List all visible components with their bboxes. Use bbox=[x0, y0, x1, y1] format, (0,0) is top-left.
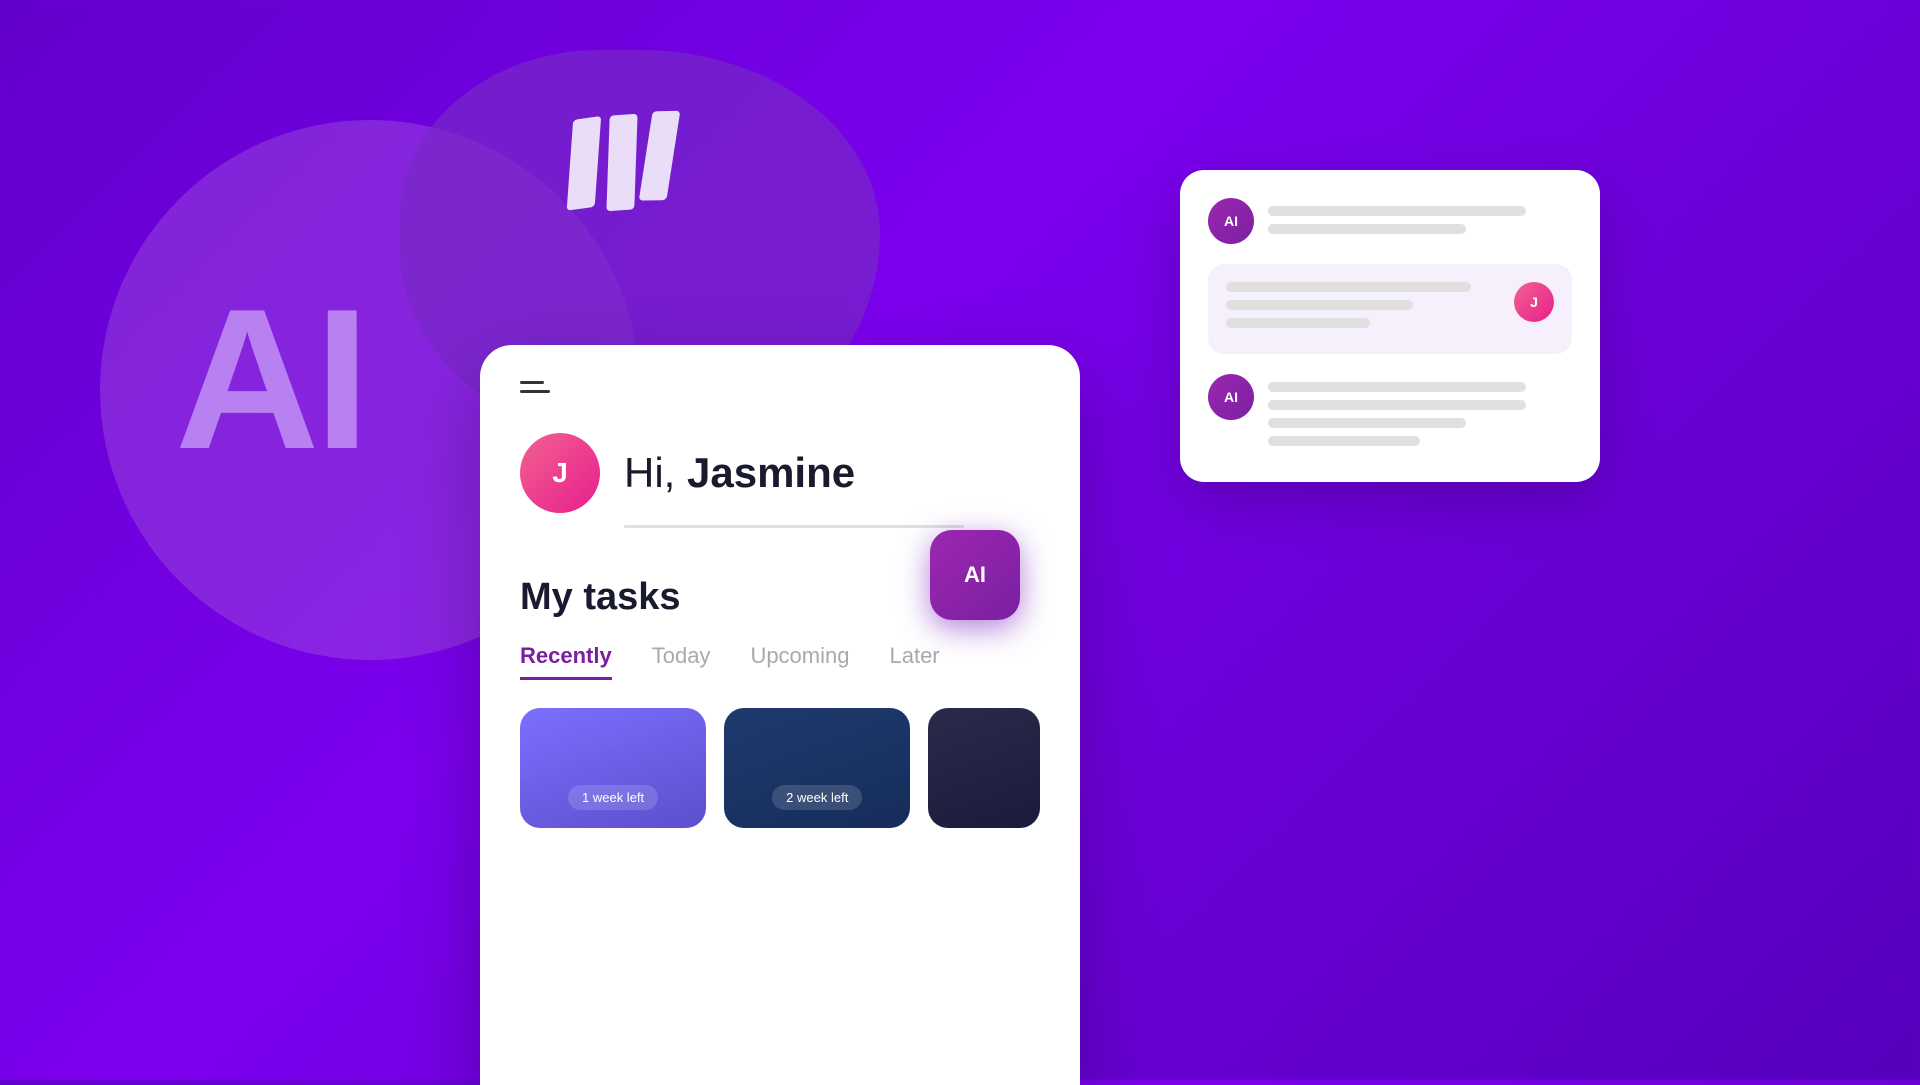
ai-float-button[interactable]: AI bbox=[930, 530, 1020, 620]
chat-ai-avatar-2: AI bbox=[1208, 374, 1254, 420]
task-badge-2: 2 week left bbox=[772, 785, 862, 810]
task-card-2[interactable]: 2 week left bbox=[724, 708, 910, 828]
chat-ai-avatar-1: AI bbox=[1208, 198, 1254, 244]
chat-row-ai-send: AI bbox=[1208, 198, 1572, 244]
book-page-2 bbox=[606, 114, 637, 212]
resp-line-2 bbox=[1226, 300, 1413, 310]
tab-upcoming[interactable]: Upcoming bbox=[750, 643, 849, 680]
chat-ai-second-lines bbox=[1268, 374, 1572, 454]
task-badge-1: 1 week left bbox=[568, 785, 658, 810]
hero-ai-text: AI bbox=[175, 280, 365, 480]
resp-line-3 bbox=[1226, 318, 1370, 328]
chat-line-2 bbox=[1268, 224, 1466, 234]
ai2-line-4 bbox=[1268, 436, 1420, 446]
resp-line-1 bbox=[1226, 282, 1471, 292]
greeting-underline bbox=[624, 525, 964, 528]
chat-card: AI J AI bbox=[1180, 170, 1600, 482]
tab-recently[interactable]: Recently bbox=[520, 643, 612, 680]
tab-today[interactable]: Today bbox=[652, 643, 711, 680]
book-stack-icon bbox=[566, 111, 678, 215]
chat-user-avatar: J bbox=[1514, 282, 1554, 322]
ai2-line-3 bbox=[1268, 418, 1466, 428]
tab-later[interactable]: Later bbox=[889, 643, 939, 680]
chat-line-1 bbox=[1268, 206, 1526, 216]
ai2-line-2 bbox=[1268, 400, 1526, 410]
task-card-1[interactable]: 1 week left bbox=[520, 708, 706, 828]
task-cards-row: 1 week left 2 week left bbox=[520, 708, 1040, 828]
user-avatar-large: J bbox=[520, 433, 600, 513]
app-card: J Hi, Jasmine My tasks Recently Today Up… bbox=[480, 345, 1080, 1085]
hamburger-line-1 bbox=[520, 381, 544, 384]
ai2-line-1 bbox=[1268, 382, 1526, 392]
hamburger-menu-icon[interactable] bbox=[520, 381, 1040, 393]
tasks-tabs: Recently Today Upcoming Later bbox=[520, 643, 1040, 680]
greeting-prefix: Hi, bbox=[624, 449, 687, 496]
greeting-text: Hi, Jasmine bbox=[624, 449, 855, 497]
book-page-1 bbox=[567, 116, 602, 211]
chat-ai-message-lines bbox=[1268, 198, 1572, 242]
hamburger-line-2 bbox=[520, 390, 550, 393]
chat-row-ai-second: AI bbox=[1208, 374, 1572, 454]
chat-response-lines bbox=[1226, 282, 1514, 336]
chat-response-row: J bbox=[1208, 264, 1572, 354]
user-avatar-img: J bbox=[1514, 282, 1554, 322]
task-card-3[interactable] bbox=[928, 708, 1040, 828]
greeting-name: Jasmine bbox=[687, 449, 855, 496]
greeting-row: J Hi, Jasmine bbox=[520, 433, 1040, 513]
